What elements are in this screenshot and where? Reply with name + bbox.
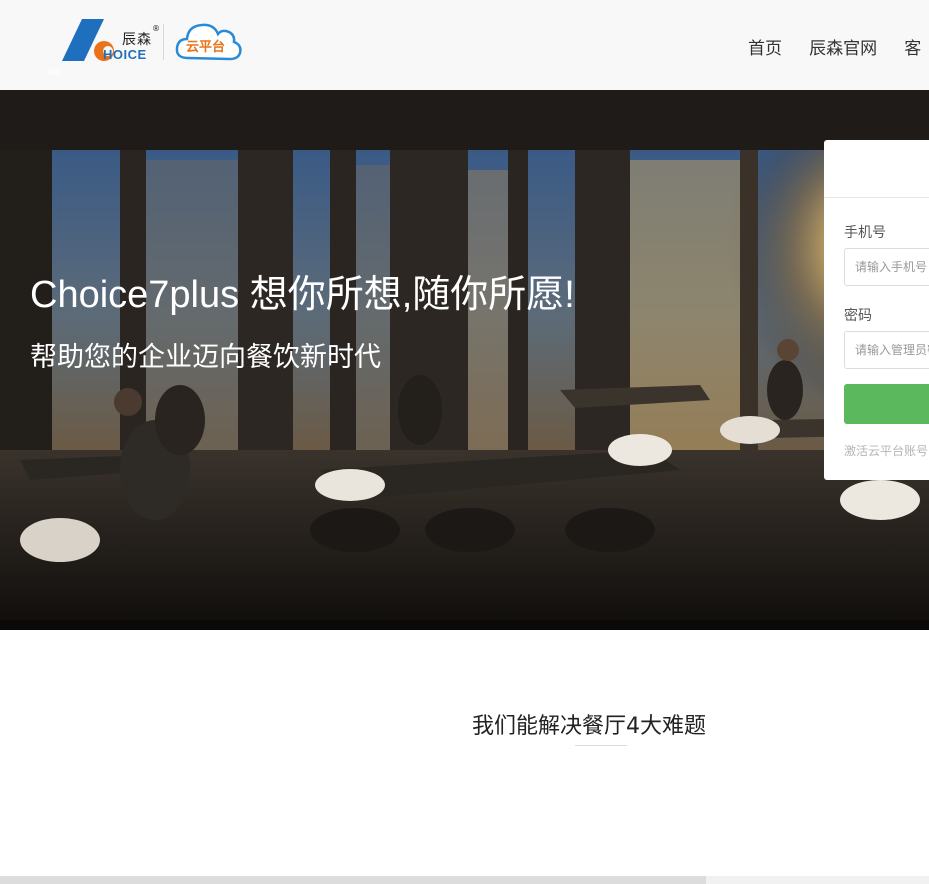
- hero-subtitle: 帮助您的企业迈向餐饮新时代: [30, 342, 381, 373]
- horizontal-scrollbar-thumb[interactable]: [0, 876, 706, 884]
- section-divider: [575, 745, 627, 746]
- login-header-divider: [824, 197, 929, 198]
- password-label: 密码: [844, 308, 872, 324]
- hero-banner: Choice7plus 想你所想,随你所愿! 帮助您的企业迈向餐饮新时代: [0, 90, 929, 630]
- registered-mark: ®: [152, 24, 160, 33]
- choice-logo[interactable]: 辰森 ® HOICE: [62, 19, 162, 63]
- login-button[interactable]: [844, 384, 929, 424]
- site-header: 辰森 ® HOICE 云平台 NR 首页 辰森官网 客: [0, 0, 929, 90]
- activate-account-link[interactable]: 激活云平台账号: [844, 442, 928, 459]
- main-nav: 首页 辰森官网 客: [748, 34, 929, 59]
- phone-input[interactable]: 请输入手机号: [844, 248, 929, 286]
- login-panel: 手机号 请输入手机号 密码 请输入管理员密码 激活云平台账号: [824, 140, 929, 480]
- corner-badge: NR: [48, 68, 61, 78]
- phone-label: 手机号: [844, 225, 886, 241]
- cloud-platform-text: 云平台: [186, 40, 226, 55]
- nav-item-home[interactable]: 首页: [748, 34, 782, 59]
- logo-english-text: HOICE: [103, 47, 147, 62]
- logo-divider: [163, 24, 164, 60]
- password-input[interactable]: 请输入管理员密码: [844, 331, 929, 369]
- nav-item-official-site[interactable]: 辰森官网: [809, 34, 877, 59]
- section-heading: 我们能解决餐厅4大难题: [472, 714, 706, 739]
- logo-chinese-text: 辰森: [122, 32, 152, 48]
- nav-item-client[interactable]: 客: [904, 34, 921, 59]
- hero-title: Choice7plus 想你所想,随你所愿!: [30, 274, 575, 316]
